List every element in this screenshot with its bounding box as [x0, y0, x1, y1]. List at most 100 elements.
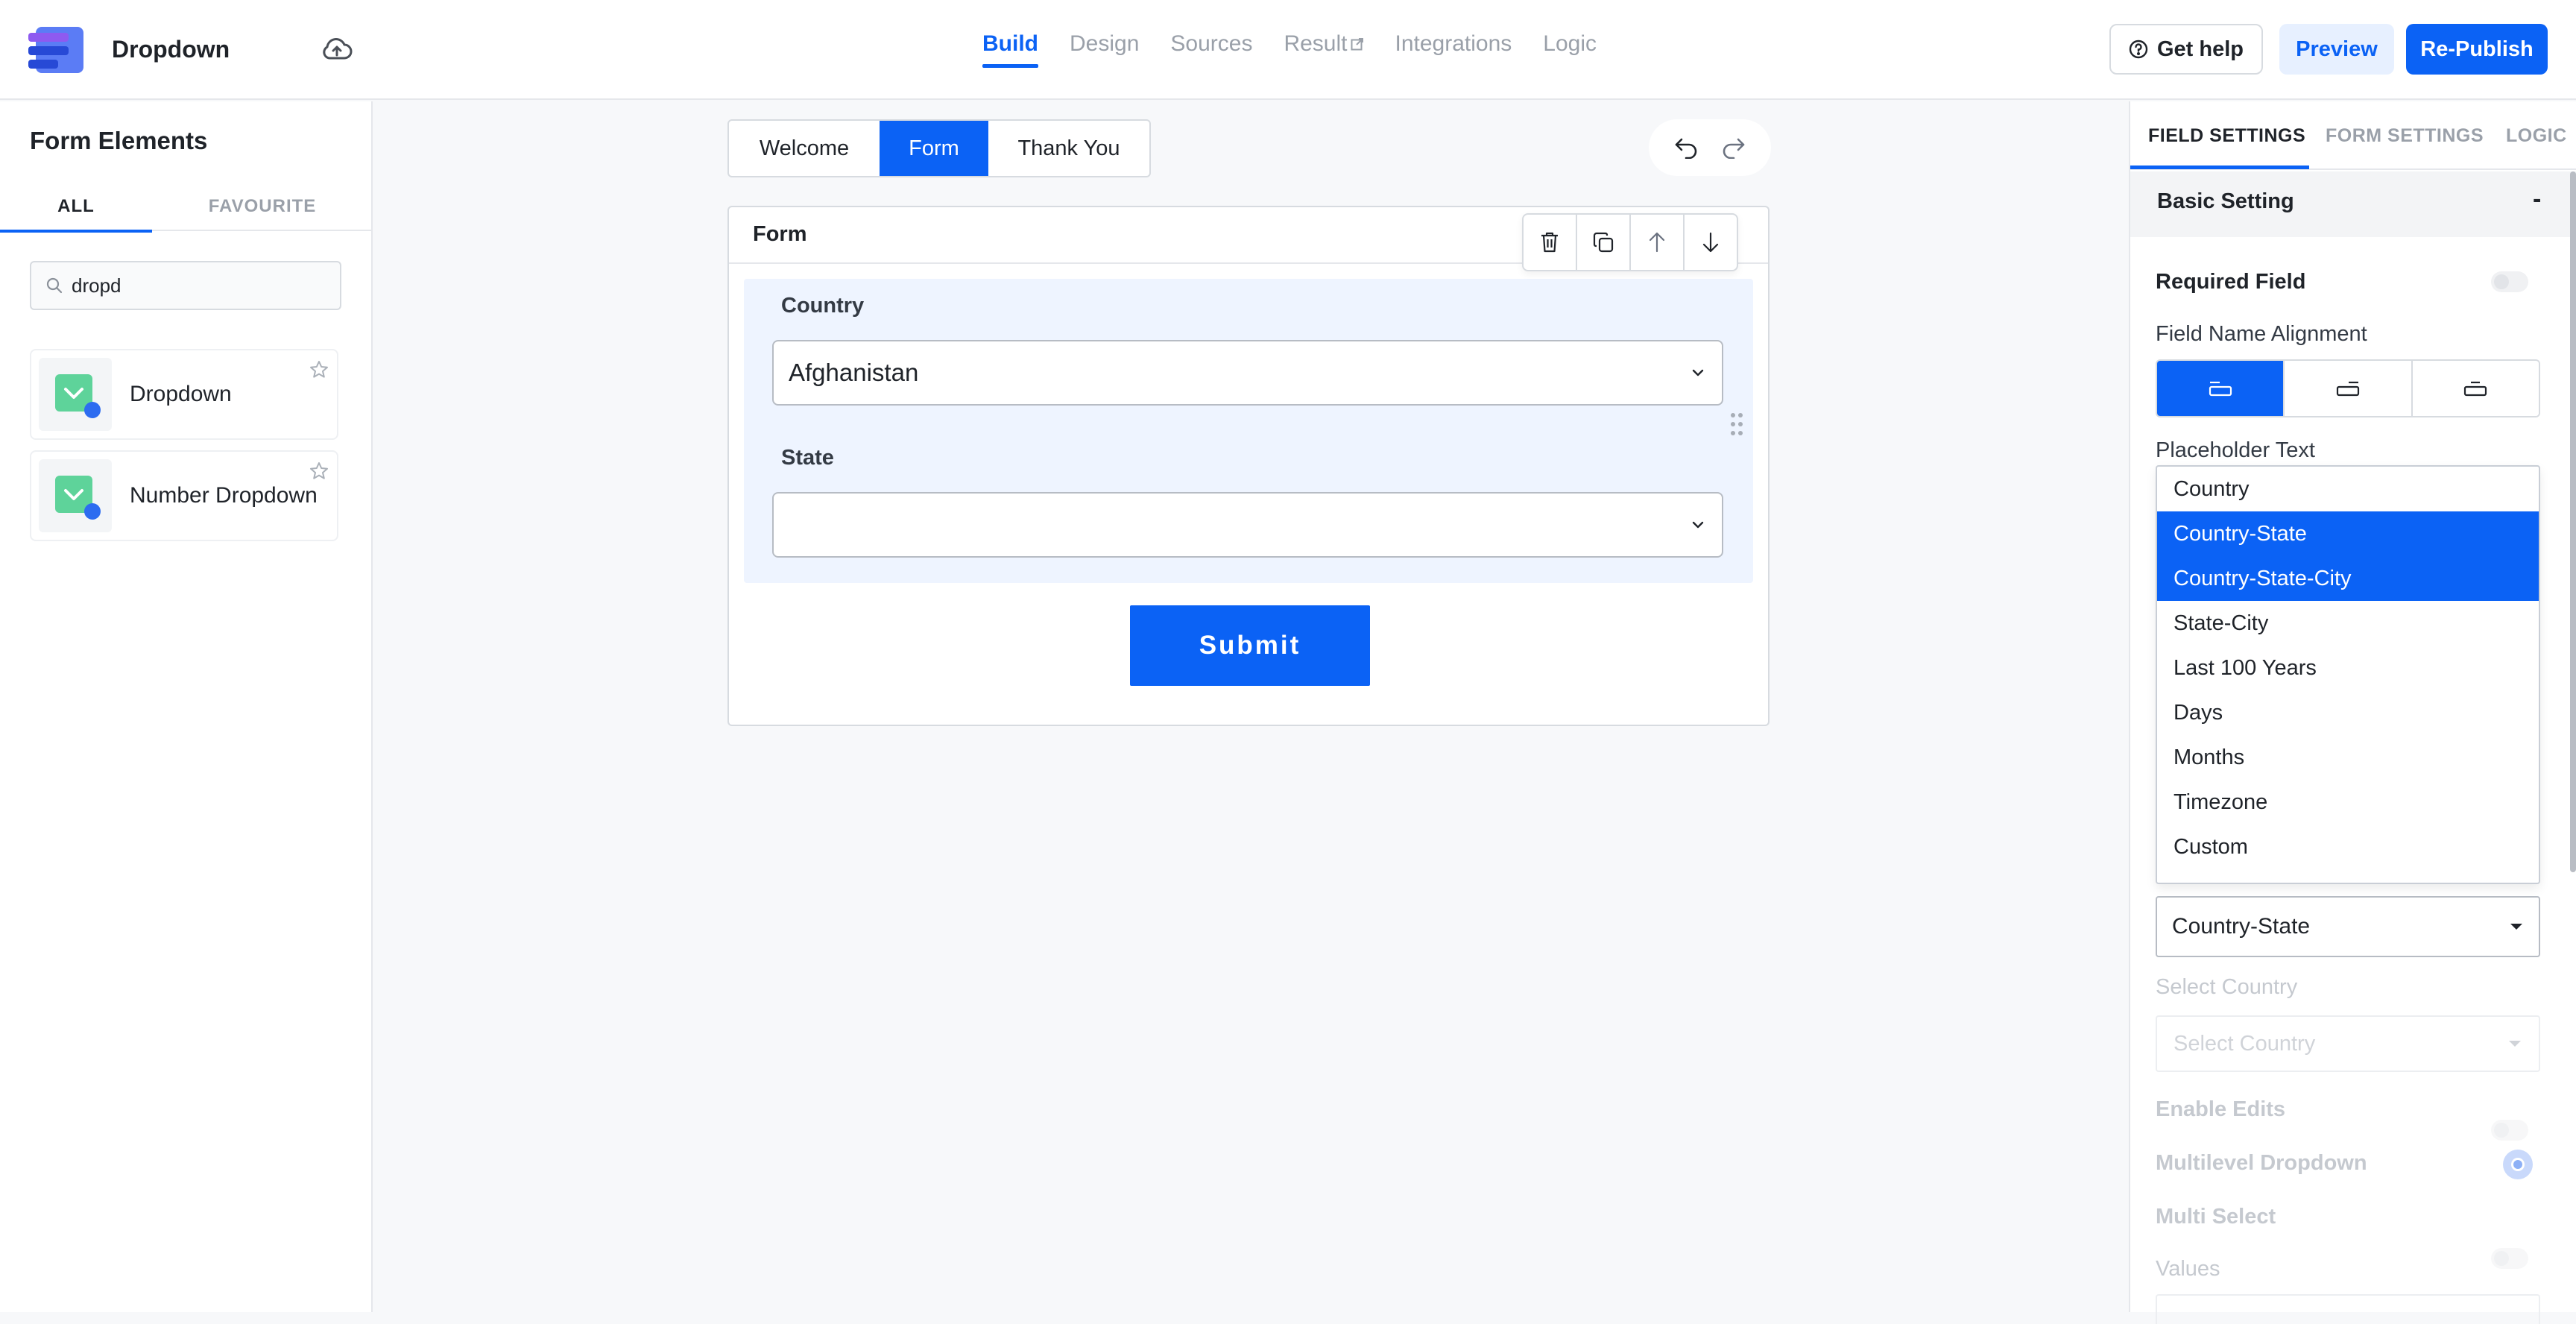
source-select-value: Country-State — [2172, 914, 2311, 939]
select-country-dropdown[interactable]: Select Country — [2156, 1015, 2540, 1072]
caret-down-icon — [2507, 1039, 2522, 1048]
placeholder-text-label: Placeholder Text — [2156, 438, 2315, 462]
panel-title: Form Elements — [30, 127, 208, 154]
tab-logic-settings[interactable]: LOGIC — [2506, 125, 2567, 147]
top-bar: Dropdown Build Design Sources Result Int… — [0, 0, 2576, 100]
option-custom[interactable]: Custom — [2157, 825, 2539, 869]
help-icon — [2129, 40, 2148, 59]
country-select-value: Afghanistan — [789, 359, 919, 386]
section-title: Basic Setting — [2157, 189, 2294, 213]
align-center-button[interactable] — [2412, 361, 2539, 416]
selected-field-group[interactable]: Country Afghanistan State — [744, 279, 1753, 583]
tab-build[interactable]: Build — [982, 28, 1038, 73]
enable-edits-toggle[interactable] — [2491, 1120, 2528, 1141]
option-state-city[interactable]: State-City — [2157, 601, 2539, 646]
form-card-title: Form — [753, 222, 807, 246]
field-toolbar — [1522, 213, 1738, 271]
state-select[interactable] — [772, 492, 1723, 558]
settings-tabs: FIELD SETTINGS FORM SETTINGS LOGIC — [2130, 101, 2576, 170]
tab-field-settings[interactable]: FIELD SETTINGS — [2148, 125, 2305, 147]
duplicate-button[interactable] — [1577, 215, 1631, 270]
cloud-save-icon[interactable] — [321, 36, 353, 63]
step-tab-welcome[interactable]: Welcome — [729, 121, 880, 176]
align-top-icon — [2208, 379, 2233, 398]
caret-down-icon — [2509, 922, 2524, 931]
option-months[interactable]: Months — [2157, 735, 2539, 780]
star-icon[interactable] — [309, 461, 329, 482]
tab-design[interactable]: Design — [1070, 28, 1139, 73]
align-top-button[interactable] — [2157, 361, 2285, 416]
select-country-placeholder: Select Country — [2174, 1031, 2316, 1056]
multi-select-toggle[interactable] — [2491, 1248, 2528, 1269]
basic-setting-header[interactable]: Basic Setting - — [2130, 171, 2576, 237]
select-country-label: Select Country — [2156, 975, 2298, 999]
arrow-up-icon — [1648, 231, 1666, 253]
element-search[interactable] — [30, 261, 341, 310]
option-timezone[interactable]: Timezone — [2157, 780, 2539, 825]
trash-icon — [1540, 231, 1559, 253]
tab-result[interactable]: Result — [1284, 28, 1363, 73]
enable-edits-label: Enable Edits — [2156, 1097, 2286, 1121]
element-label: Dropdown — [130, 382, 232, 406]
republish-button[interactable]: Re-Publish — [2406, 24, 2548, 75]
collapse-toggle[interactable]: - — [2533, 185, 2541, 214]
tab-all[interactable]: ALL — [0, 182, 152, 233]
scrollbar[interactable] — [2570, 171, 2576, 872]
search-icon — [46, 277, 63, 294]
step-tab-form[interactable]: Form — [880, 121, 988, 176]
source-select[interactable]: Country-State — [2156, 896, 2540, 957]
element-card-dropdown[interactable]: Dropdown — [30, 349, 338, 440]
element-label: Number Dropdown — [130, 483, 318, 508]
country-select[interactable]: Afghanistan — [772, 340, 1723, 406]
align-right-button[interactable] — [2285, 361, 2413, 416]
chevron-down-icon — [1689, 519, 1707, 531]
values-input[interactable] — [2156, 1294, 2540, 1324]
app-logo[interactable] — [28, 27, 83, 73]
search-input[interactable] — [70, 273, 326, 298]
tab-logic[interactable]: Logic — [1543, 28, 1597, 73]
required-field-toggle[interactable] — [2491, 271, 2528, 292]
multi-select-label: Multi Select — [2156, 1205, 2276, 1229]
submit-button[interactable]: Submit — [1130, 605, 1370, 686]
drag-handle-icon[interactable] — [1729, 412, 1744, 437]
option-last-100-years[interactable]: Last 100 Years — [2157, 646, 2539, 690]
align-center-icon — [2463, 379, 2488, 398]
step-tab-thank-you[interactable]: Thank You — [988, 121, 1149, 176]
main-tabs: Build Design Sources Result Integrations… — [982, 28, 1597, 73]
move-down-button[interactable] — [1685, 215, 1737, 270]
settings-panel: FIELD SETTINGS FORM SETTINGS LOGIC Basic… — [2129, 101, 2576, 1324]
required-field-label: Required Field — [2156, 270, 2306, 294]
country-field-label: Country — [781, 294, 865, 318]
element-tabs: ALL FAVOURITE — [0, 182, 373, 233]
form-title[interactable]: Dropdown — [112, 33, 230, 66]
option-country[interactable]: Country — [2157, 467, 2539, 511]
option-days[interactable]: Days — [2157, 690, 2539, 735]
form-elements-panel: Form Elements ALL FAVOURITE Dropdown — [0, 101, 373, 1312]
option-country-state[interactable]: Country-State — [2157, 511, 2539, 556]
delete-button[interactable] — [1524, 215, 1577, 270]
undo-icon[interactable] — [1674, 136, 1699, 159]
multilevel-dropdown-label: Multilevel Dropdown — [2156, 1151, 2367, 1175]
get-help-button[interactable]: Get help — [2109, 24, 2263, 75]
arrow-down-icon — [1702, 231, 1720, 253]
values-label: Values — [2156, 1257, 2220, 1281]
form-card: Form Country Afghanistan State Submit — [727, 206, 1770, 726]
chevron-down-icon — [1689, 367, 1707, 379]
external-link-icon — [1351, 37, 1364, 51]
redo-icon[interactable] — [1720, 136, 1746, 159]
move-up-button[interactable] — [1631, 215, 1685, 270]
star-icon[interactable] — [309, 359, 329, 380]
state-field-label: State — [781, 446, 834, 470]
tab-integrations[interactable]: Integrations — [1395, 28, 1512, 73]
element-card-number-dropdown[interactable]: Number Dropdown — [30, 450, 338, 541]
tab-form-settings[interactable]: FORM SETTINGS — [2326, 125, 2484, 147]
tab-sources[interactable]: Sources — [1170, 28, 1252, 73]
tab-favourite[interactable]: FAVOURITE — [152, 182, 373, 231]
alignment-options — [2156, 359, 2540, 417]
option-country-state-city[interactable]: Country-State-City — [2157, 556, 2539, 601]
multilevel-toggle[interactable] — [2501, 1148, 2534, 1181]
preview-button[interactable]: Preview — [2279, 24, 2394, 75]
step-tabs: Welcome Form Thank You — [727, 119, 1151, 177]
source-dropdown-list: Country Country-State Country-State-City… — [2156, 465, 2540, 884]
copy-icon — [1592, 231, 1614, 253]
